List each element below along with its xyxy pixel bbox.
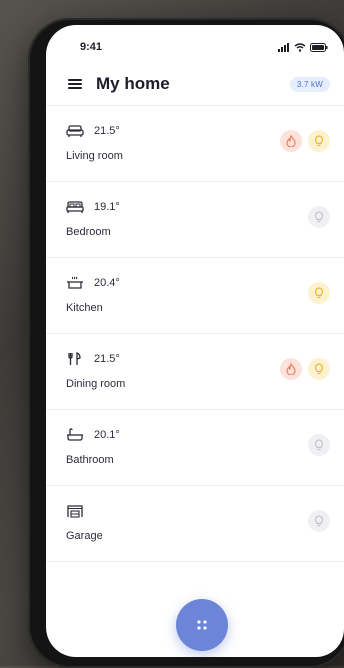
cooking-pot-icon: [67, 276, 83, 289]
light-toggle[interactable]: [308, 130, 330, 152]
page-title: My home: [96, 74, 170, 93]
light-toggle[interactable]: [308, 282, 330, 304]
app-screen: 9:41 My home 3.7 kW 21.5° Living room 19…: [46, 25, 344, 657]
sofa-icon: [66, 125, 84, 137]
grid-dots-icon: [197, 620, 207, 630]
lightbulb-icon: [314, 515, 324, 527]
room-name: Garage: [66, 530, 103, 542]
lightbulb-icon: [314, 363, 324, 375]
status-indicators: [278, 42, 328, 52]
light-toggle[interactable]: [308, 434, 330, 456]
light-toggle[interactable]: [308, 358, 330, 380]
light-toggle[interactable]: [308, 510, 330, 532]
room-temperature: 20.4°: [94, 277, 120, 289]
room-bathroom[interactable]: 20.1° Bathroom: [46, 409, 344, 485]
lightbulb-icon: [314, 287, 324, 299]
lightbulb-icon: [314, 211, 324, 223]
room-bedroom[interactable]: 19.1° Bedroom: [46, 181, 344, 257]
room-living-room[interactable]: 21.5° Living room: [46, 105, 344, 181]
flame-icon: [286, 135, 296, 147]
status-bar: 9:41: [46, 37, 344, 57]
room-temperature: 19.1°: [94, 201, 120, 213]
lightbulb-icon: [314, 135, 324, 147]
bed-icon: [66, 201, 84, 213]
flame-icon: [286, 363, 296, 375]
room-temperature: 21.5°: [94, 353, 120, 365]
hamburger-menu-icon[interactable]: [68, 79, 82, 89]
wifi-icon: [294, 42, 306, 52]
room-name: Bedroom: [66, 226, 111, 238]
fork-knife-icon: [68, 352, 81, 365]
room-temperature: 21.5°: [94, 125, 120, 137]
room-name: Bathroom: [66, 454, 114, 466]
power-usage-badge: 3.7 kW: [289, 76, 330, 92]
room-list: 21.5° Living room 19.1° Bedroom 20.4° Ki…: [46, 105, 344, 562]
room-temperature: 20.1°: [94, 429, 120, 441]
status-time: 9:41: [80, 41, 103, 53]
room-dining-room[interactable]: 21.5° Dining room: [46, 333, 344, 409]
bathtub-icon: [67, 428, 83, 441]
app-header: My home 3.7 kW: [46, 67, 344, 101]
room-garage[interactable]: Garage: [46, 485, 344, 562]
apps-grid-button[interactable]: [176, 599, 228, 651]
garage-icon: [67, 505, 83, 518]
signal-icon: [278, 42, 289, 52]
heating-toggle[interactable]: [280, 130, 302, 152]
lightbulb-icon: [314, 439, 324, 451]
heating-toggle[interactable]: [280, 358, 302, 380]
room-name: Kitchen: [66, 302, 103, 314]
light-toggle[interactable]: [308, 206, 330, 228]
room-name: Dining room: [66, 378, 126, 390]
room-name: Living room: [66, 150, 123, 162]
battery-icon: [310, 42, 328, 52]
room-kitchen[interactable]: 20.4° Kitchen: [46, 257, 344, 333]
